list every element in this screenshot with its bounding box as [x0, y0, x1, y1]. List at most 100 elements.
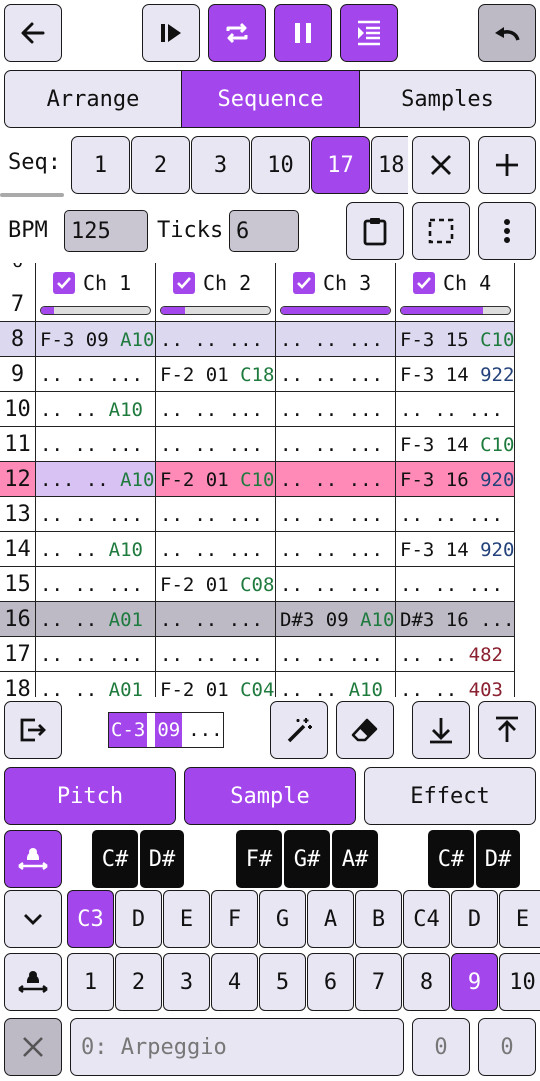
seq-item-active[interactable]: 17 [311, 136, 370, 194]
sample-key[interactable]: 10 [499, 953, 540, 1011]
delete-seq-button[interactable] [412, 136, 470, 194]
pattern-cell[interactable]: F-3 14 920 [395, 532, 515, 567]
pattern-cell[interactable]: .. .. A10 [35, 532, 155, 567]
pattern-grid[interactable]: 6 7 Ch 1 Ch 2 Ch 3 Ch 4 8F-3 09 A10.. ..… [0, 263, 540, 697]
seq-item[interactable]: 2 [131, 136, 190, 194]
pattern-cell[interactable]: .. .. ... [155, 637, 275, 672]
pattern-row[interactable]: 10.. .. A10.. .. ..... .. ..... .. ... [0, 391, 515, 427]
white-key[interactable]: B [355, 890, 402, 948]
move-up-button[interactable] [478, 701, 536, 759]
channel-enable-checkbox[interactable] [53, 272, 75, 294]
pattern-row[interactable]: 8 F-3 09 A10.. .. ..... .. ... F-3 15 C10 [0, 321, 515, 357]
pattern-cell[interactable]: .. .. ... [275, 357, 395, 392]
tab-sequence[interactable]: Sequence [181, 70, 360, 128]
add-seq-button[interactable] [478, 136, 536, 194]
pattern-cell[interactable]: .. .. ... [155, 532, 275, 567]
select-button[interactable] [412, 202, 470, 260]
pattern-row[interactable]: 14.. .. A10.. .. ..... .. ... F-3 14 920 [0, 531, 515, 567]
mode-sample-button[interactable]: Sample [184, 767, 356, 825]
piano-range-button[interactable] [4, 830, 62, 888]
pattern-cell[interactable]: .. .. ... [35, 427, 155, 462]
pattern-cell[interactable]: .. .. A10 [35, 392, 155, 427]
seq-list[interactable]: 1 2 3 10 17 18 [70, 136, 408, 194]
pattern-cell[interactable]: F-3 14 C10 [395, 427, 515, 462]
export-button[interactable] [4, 701, 62, 759]
white-key[interactable]: G [259, 890, 306, 948]
seq-item[interactable]: 10 [251, 136, 310, 194]
pattern-row[interactable]: 16.. .. A01.. .. ... D#3 09 A10 D#3 16 ... [0, 601, 515, 637]
pattern-cell[interactable]: F-3 15 C10 [395, 322, 515, 357]
sample-key[interactable]: 1 [67, 953, 114, 1011]
eraser-button[interactable] [336, 701, 394, 759]
pattern-cell[interactable]: .. .. ... [35, 497, 155, 532]
black-key[interactable]: A# [332, 830, 378, 888]
sample-range-button[interactable] [4, 953, 62, 1011]
white-key[interactable]: C3 [67, 890, 114, 948]
pattern-cell[interactable]: .. .. ... [395, 567, 515, 602]
pattern-row[interactable]: 9.. .. ... F-2 01 C18.. .. ... F-3 14 922 [0, 356, 515, 392]
move-down-button[interactable] [412, 701, 470, 759]
black-key[interactable]: F# [236, 830, 282, 888]
white-key[interactable]: E [163, 890, 210, 948]
sample-key[interactable]: 6 [307, 953, 354, 1011]
paste-button[interactable] [346, 202, 404, 260]
pattern-cell[interactable]: .. .. ... [275, 322, 395, 357]
pattern-cell[interactable]: .. .. ... [275, 462, 395, 497]
pattern-row[interactable]: 13 .. .. ... .. .. ... .. .. ... .. .. ... [0, 496, 515, 532]
pattern-row[interactable]: 11 .. .. ... .. .. ... .. .. ... F-3 14 C10 [0, 426, 515, 462]
pattern-cell[interactable]: .. .. ... [275, 497, 395, 532]
sample-key[interactable]: 2 [115, 953, 162, 1011]
white-key[interactable]: D [451, 890, 498, 948]
pattern-cell[interactable]: .. .. ... [275, 567, 395, 602]
black-key[interactable]: D# [476, 830, 520, 888]
black-key[interactable]: G# [284, 830, 330, 888]
pattern-cell[interactable]: .. .. 482 [395, 637, 515, 672]
pattern-cell[interactable]: .. .. ... [35, 567, 155, 602]
octave-down-button[interactable] [4, 890, 62, 948]
clear-effect-button[interactable] [4, 1018, 62, 1076]
play-from-button[interactable] [142, 4, 200, 62]
pattern-cell[interactable]: .. .. 403 [395, 672, 515, 697]
effect-param-1[interactable]: 0 [412, 1018, 470, 1076]
sample-key[interactable]: 4 [211, 953, 258, 1011]
pattern-cell[interactable]: .. .. ... [275, 532, 395, 567]
pause-button[interactable] [274, 4, 332, 62]
pattern-row[interactable]: 12... .. A10 F-2 01 C10.. .. ... F-3 16 92… [0, 461, 515, 497]
white-key[interactable]: A [307, 890, 354, 948]
pattern-cell[interactable]: F-2 01 C08 [155, 567, 275, 602]
pattern-cell[interactable]: F-2 01 C04 [155, 672, 275, 697]
sample-key[interactable]: 9 [451, 953, 498, 1011]
sample-key[interactable]: 3 [163, 953, 210, 1011]
pattern-row[interactable]: 17 .. .. ... .. .. ... .. .. ... .. .. 482 [0, 636, 515, 672]
more-button[interactable] [478, 202, 536, 260]
mode-effect-button[interactable]: Effect [364, 767, 536, 825]
sample-key[interactable]: 7 [355, 953, 402, 1011]
seq-item[interactable]: 18 [371, 136, 408, 194]
bpm-field[interactable]: 125 [64, 210, 148, 252]
sample-key[interactable]: 8 [403, 953, 450, 1011]
pattern-row[interactable]: 18.. .. A01 F-2 01 C04.. .. A10.. .. 403 [0, 671, 515, 697]
seq-item[interactable]: 1 [71, 136, 130, 194]
channel-enable-checkbox[interactable] [173, 272, 195, 294]
tab-arrange[interactable]: Arrange [4, 70, 182, 128]
pattern-cell[interactable]: F-2 01 C10 [155, 462, 275, 497]
pattern-cell[interactable]: F-2 01 C18 [155, 357, 275, 392]
pattern-cell[interactable]: .. .. ... [275, 637, 395, 672]
pattern-cell[interactable]: ... .. A10 [35, 462, 155, 497]
tab-samples[interactable]: Samples [359, 70, 536, 128]
undo-button[interactable] [478, 4, 536, 62]
black-key[interactable]: C# [92, 830, 138, 888]
pattern-cell[interactable]: .. .. ... [395, 392, 515, 427]
white-key[interactable]: E [499, 890, 540, 948]
loop-button[interactable] [208, 4, 266, 62]
channel-enable-checkbox[interactable] [413, 272, 435, 294]
black-key[interactable]: D# [140, 830, 184, 888]
pattern-cell[interactable]: .. .. A10 [275, 672, 395, 697]
pattern-cell[interactable]: .. .. A01 [35, 602, 155, 637]
effect-param-2[interactable]: 0 [478, 1018, 536, 1076]
pattern-cell[interactable]: .. .. ... [35, 357, 155, 392]
pattern-row[interactable]: 15.. .. ... F-2 01 C08.. .. ..... .. ... [0, 566, 515, 602]
white-key[interactable]: D [115, 890, 162, 948]
seq-item[interactable]: 3 [191, 136, 250, 194]
pattern-cell[interactable]: .. .. ... [155, 427, 275, 462]
